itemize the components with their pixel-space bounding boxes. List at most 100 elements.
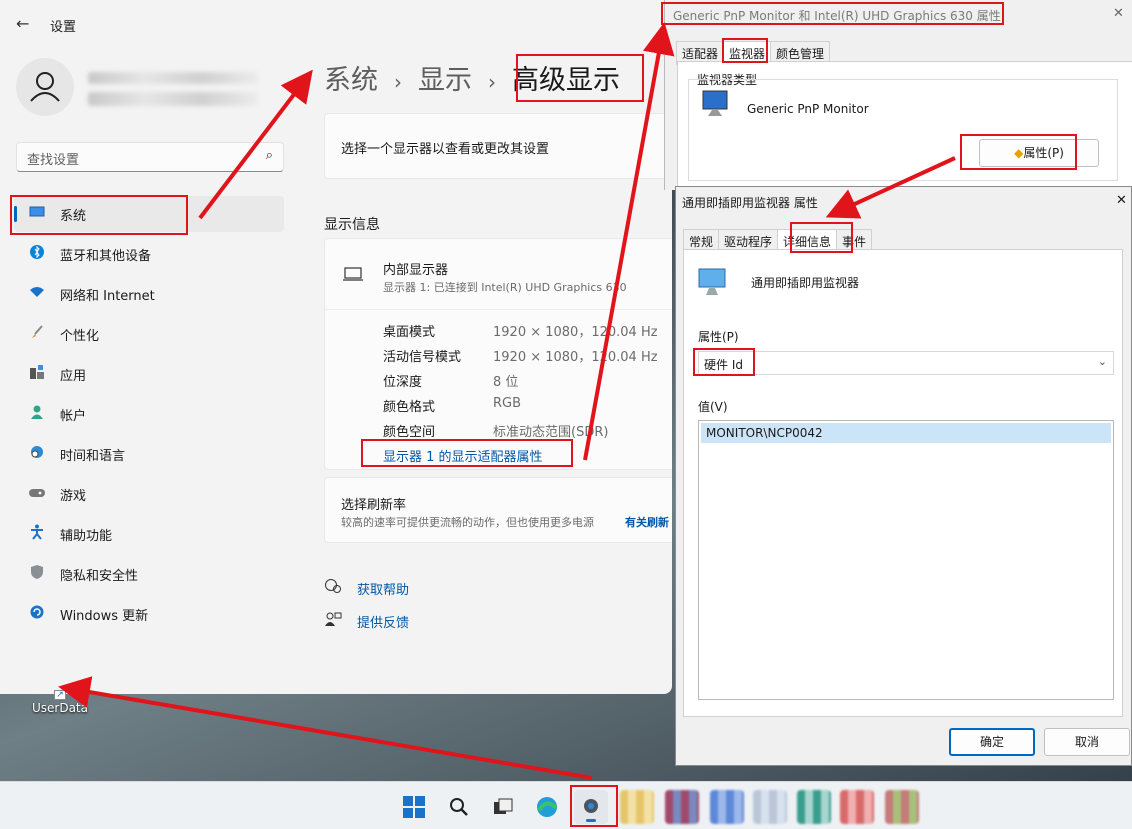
sidebar-item-time-language[interactable]: 时间和语言: [14, 436, 284, 472]
task-view-icon[interactable]: [486, 790, 520, 824]
gamepad-icon: [14, 486, 60, 502]
device-icon: [698, 268, 728, 302]
annotation-arrow: [58, 676, 593, 780]
apps-icon: [14, 365, 60, 383]
sidebar-item-windows-update[interactable]: Windows 更新: [14, 596, 284, 632]
edge-browser-icon[interactable]: [530, 790, 564, 824]
close-icon[interactable]: ✕: [1116, 193, 1127, 208]
blurred-app-icon[interactable]: [840, 790, 874, 824]
details-panel: 通用即插即用监视器 属性(P) 硬件 Id ⌄ 值(V) MONITOR\NCP…: [683, 249, 1123, 717]
annotation-box: [570, 785, 618, 827]
blurred-app-icon[interactable]: [620, 790, 654, 824]
search-icon[interactable]: [442, 790, 476, 824]
chevron-down-icon: ⌄: [1097, 355, 1107, 368]
refresh-rate-card[interactable]: 选择刷新率 较高的速率可提供更流畅的动作，但也使用更多电源 有关刷新: [324, 477, 672, 543]
sidebar-item-label: 隐私和安全性: [60, 568, 139, 584]
monitor-name: 内部显示器: [383, 263, 449, 278]
desktop-icon-label: UserData: [31, 701, 88, 715]
blurred-app-icon[interactable]: [797, 790, 831, 824]
sidebar-item-label: 游戏: [60, 488, 87, 504]
select-display-card[interactable]: 选择一个显示器以查看或更改其设置: [324, 113, 672, 179]
sidebar-item-label: 个性化: [60, 328, 100, 344]
cancel-button[interactable]: 取消: [1044, 728, 1130, 756]
desktop-icon-userdata[interactable]: ↗ UserData: [30, 686, 90, 715]
info-value: 1920 × 1080，120.04 Hz: [493, 350, 658, 365]
sidebar-item-network[interactable]: 网络和 Internet: [14, 276, 284, 312]
account-email-blurred: [88, 92, 258, 106]
property-label: 属性(P): [698, 330, 739, 344]
sidebar-item-bluetooth[interactable]: 蓝牙和其他设备: [14, 236, 284, 272]
blurred-app-icon[interactable]: [885, 790, 919, 824]
sidebar-item-label: 时间和语言: [60, 448, 126, 464]
value-list[interactable]: MONITOR\NCP0042: [698, 420, 1114, 700]
list-item[interactable]: MONITOR\NCP0042: [701, 423, 1111, 443]
sidebar-item-gaming[interactable]: 游戏: [14, 476, 284, 512]
info-label: 颜色格式: [383, 400, 436, 415]
brush-icon: [14, 325, 60, 343]
blurred-app-icon[interactable]: [753, 790, 787, 824]
value-label: 值(V): [698, 400, 728, 414]
sidebar-item-accounts[interactable]: 帐户: [14, 396, 284, 432]
annotation-box: [10, 195, 188, 235]
settings-window: ← 设置 查找设置 ⌕ 系统 蓝牙和其他设备 网络和 Internet 个性化 …: [0, 0, 672, 694]
wifi-icon: [14, 286, 60, 302]
annotation-box: [960, 134, 1077, 170]
device-properties-dialog: 通用即插即用监视器 属性 ✕ 常规 驱动程序 详细信息 事件 通用即插即用监视器…: [675, 186, 1132, 766]
refresh-more-link[interactable]: 有关刷新: [625, 514, 669, 530]
close-icon[interactable]: ✕: [1113, 6, 1124, 21]
ok-button[interactable]: 确定: [949, 728, 1035, 756]
feedback-icon: [324, 611, 342, 631]
display-info-heading: 显示信息: [324, 217, 380, 233]
breadcrumb-separator: ›: [488, 70, 496, 94]
taskbar: [0, 781, 1132, 829]
shortcut-arrow-icon: ↗: [54, 690, 66, 700]
monitor-type-name: Generic PnP Monitor: [747, 102, 869, 116]
sidebar-item-apps[interactable]: 应用: [14, 356, 284, 392]
sidebar-item-label: 帐户: [60, 408, 87, 424]
device-name: 通用即插即用监视器: [751, 276, 860, 290]
sidebar-item-personalization[interactable]: 个性化: [14, 316, 284, 352]
tab-panel: 监视器类型 Generic PnP Monitor ◆属性(P): [677, 61, 1132, 190]
info-label: 位深度: [383, 375, 423, 390]
info-label: 桌面模式: [383, 325, 436, 340]
annotation-box: [693, 348, 755, 376]
property-select[interactable]: 硬件 Id ⌄: [698, 351, 1114, 375]
back-arrow-icon[interactable]: ←: [16, 14, 29, 33]
blurred-app-icon[interactable]: [665, 790, 699, 824]
sidebar-item-accessibility[interactable]: 辅助功能: [14, 516, 284, 552]
annotation-box: [722, 38, 768, 63]
get-help-link[interactable]: 获取帮助: [357, 579, 409, 598]
divider: [325, 309, 672, 310]
avatar[interactable]: [16, 58, 74, 116]
info-value: 8 位: [493, 375, 519, 390]
start-windows-icon[interactable]: [397, 790, 431, 824]
annotation-box: [361, 439, 573, 467]
search-placeholder: 查找设置: [27, 153, 80, 168]
window-title: 设置: [50, 20, 77, 35]
info-label: 颜色空间: [383, 425, 436, 440]
give-feedback-link[interactable]: 提供反馈: [357, 612, 409, 631]
info-value: 标准动态范围(SDR): [493, 425, 609, 440]
dialog-title: 通用即插即用监视器 属性: [682, 196, 818, 210]
shield-icon: [14, 564, 60, 584]
blurred-app-icon[interactable]: [710, 790, 744, 824]
list-item-text: MONITOR\NCP0042: [706, 426, 823, 440]
sidebar-item-label: 网络和 Internet: [60, 288, 155, 304]
annotation-box: [790, 222, 853, 253]
refresh-rate-desc: 较高的速率可提供更流畅的动作，但也使用更多电源: [341, 516, 594, 529]
accessibility-icon: [14, 524, 60, 544]
sidebar-item-label: 蓝牙和其他设备: [60, 248, 152, 264]
display-info-card: 内部显示器 显示器 1: 已连接到 Intel(R) UHD Graphics …: [324, 238, 672, 470]
select-display-text: 选择一个显示器以查看或更改其设置: [341, 142, 550, 157]
breadcrumb-display[interactable]: 显示: [418, 58, 472, 97]
search-input[interactable]: 查找设置 ⌕: [16, 142, 284, 172]
monitor-connection: 显示器 1: 已连接到 Intel(R) UHD Graphics 630: [383, 281, 627, 294]
refresh-rate-title: 选择刷新率: [341, 498, 407, 513]
info-value: RGB: [493, 396, 522, 411]
search-icon[interactable]: ⌕: [266, 148, 273, 163]
bluetooth-icon: [14, 245, 60, 263]
sidebar-item-privacy[interactable]: 隐私和安全性: [14, 556, 284, 592]
laptop-icon: [343, 267, 363, 285]
account-name-blurred: [88, 72, 258, 84]
breadcrumb-system[interactable]: 系统: [324, 58, 378, 97]
